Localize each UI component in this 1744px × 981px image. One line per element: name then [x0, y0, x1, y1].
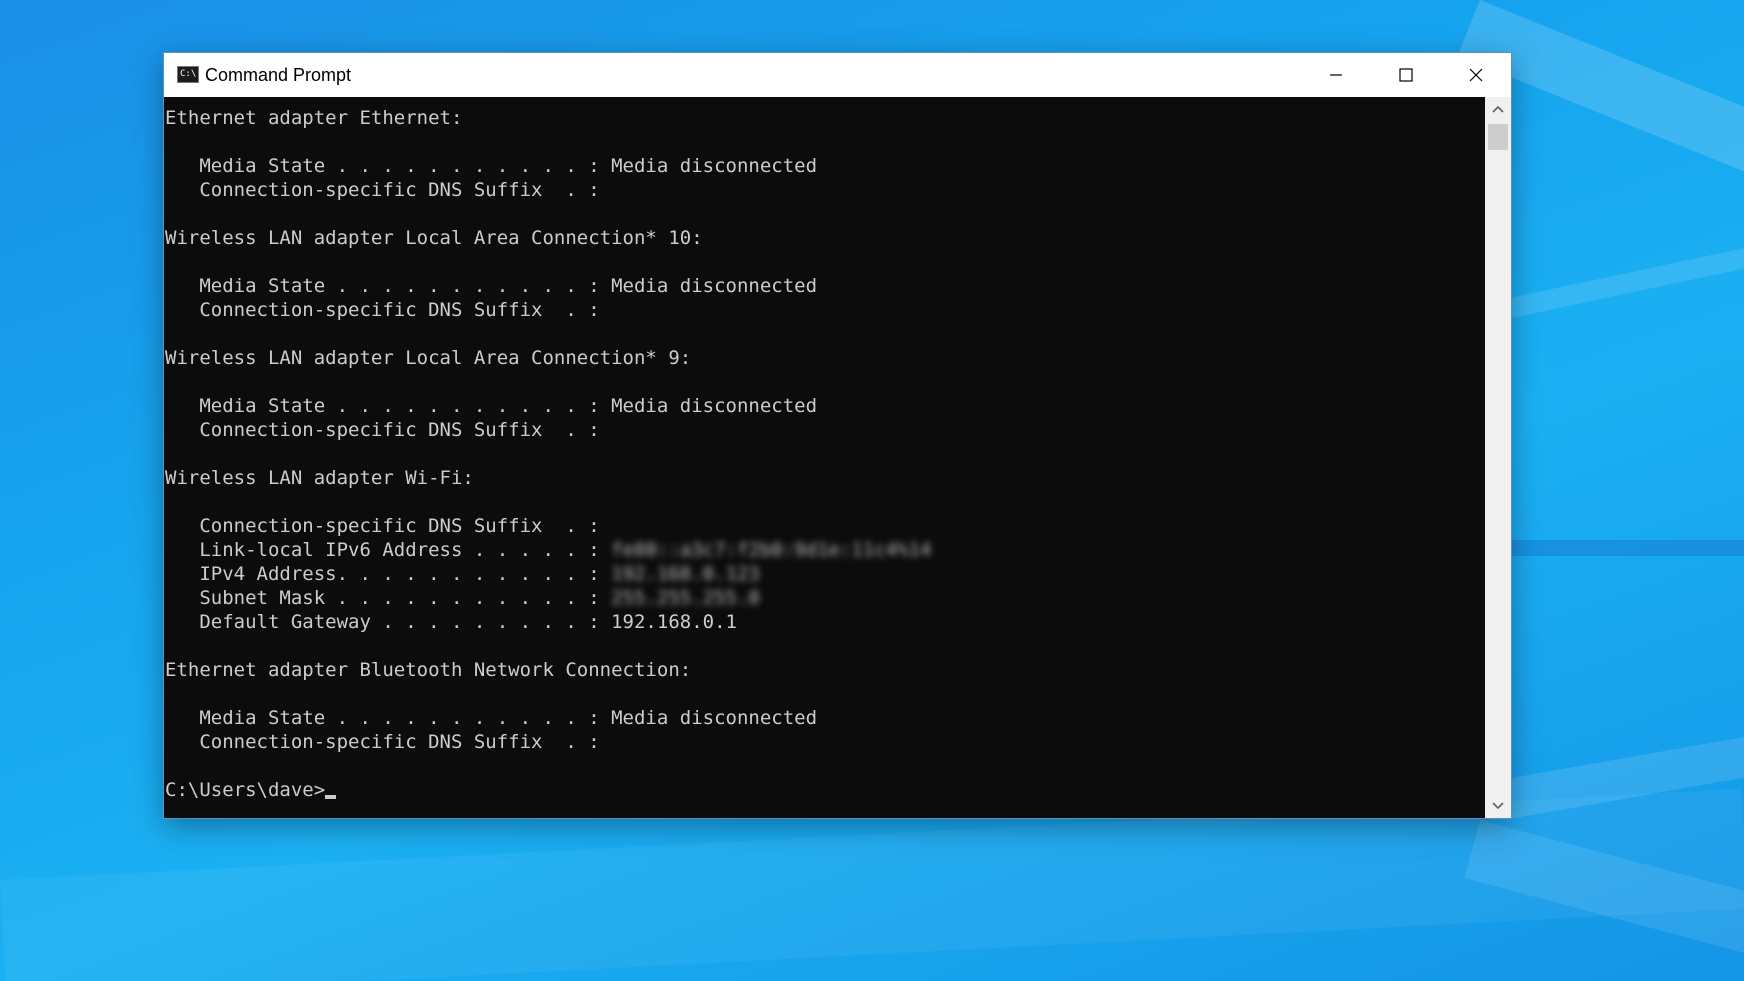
chevron-down-icon [1492, 802, 1504, 810]
title-bar[interactable]: C:\. Command Prompt [164, 53, 1511, 97]
text-cursor [325, 795, 337, 799]
console-line-text: Media State . . . . . . . . . . . : Medi… [165, 395, 818, 417]
console-line: Connection-specific DNS Suffix . : [165, 514, 931, 538]
console-line-text: Media State . . . . . . . . . . . : Medi… [165, 707, 818, 729]
console-output[interactable]: Ethernet adapter Ethernet: Media State .… [164, 97, 1485, 818]
console-line: Wireless LAN adapter Wi-Fi: [165, 466, 931, 490]
chevron-up-icon [1492, 105, 1504, 113]
console-line-text: Wireless LAN adapter Local Area Connecti… [165, 227, 703, 249]
console-line-text: Ethernet adapter Bluetooth Network Conne… [165, 659, 692, 681]
console-line-text: Link-local IPv6 Address . . . . . : [165, 539, 612, 561]
command-prompt-window[interactable]: C:\. Command Prompt Ethernet adapter Eth… [164, 53, 1511, 818]
console-line-text: Connection-specific DNS Suffix . : [165, 179, 600, 201]
console-line: Connection-specific DNS Suffix . : [165, 298, 931, 322]
console-line: Media State . . . . . . . . . . . : Medi… [165, 706, 931, 730]
console-line: Wireless LAN adapter Local Area Connecti… [165, 346, 931, 370]
console-prompt-line: C:\Users\dave> [165, 778, 931, 802]
console-line-text: Connection-specific DNS Suffix . : [165, 299, 600, 321]
scroll-down-button[interactable] [1485, 794, 1511, 818]
redacted-value: 192.168.0.123 [611, 563, 760, 585]
close-button[interactable] [1441, 53, 1511, 97]
wallpaper-light-beam [1500, 216, 1744, 320]
window-title: Command Prompt [205, 65, 352, 85]
close-icon [1469, 68, 1483, 82]
console-line: Media State . . . . . . . . . . . : Medi… [165, 394, 931, 418]
console-line: IPv4 Address. . . . . . . . . . . : 192.… [165, 562, 931, 586]
console-lines: Ethernet adapter Ethernet: Media State .… [165, 106, 931, 802]
console-line: Media State . . . . . . . . . . . : Medi… [165, 154, 931, 178]
console-line: Link-local IPv6 Address . . . . . : fe80… [165, 538, 931, 562]
console-line: Ethernet adapter Bluetooth Network Conne… [165, 658, 931, 682]
command-prompt-icon-label: C:\. [180, 69, 198, 79]
console-line-text: Wireless LAN adapter Local Area Connecti… [165, 347, 692, 369]
console-line-text: Connection-specific DNS Suffix . : [165, 515, 600, 537]
console-line: Default Gateway . . . . . . . . . : 192.… [165, 610, 931, 634]
scrollbar-thumb[interactable] [1488, 124, 1508, 150]
console-line: Ethernet adapter Ethernet: [165, 106, 931, 130]
console-line: Subnet Mask . . . . . . . . . . . : 255.… [165, 586, 931, 610]
minimize-button[interactable] [1301, 53, 1371, 97]
prompt-text: C:\Users\dave> [165, 779, 326, 801]
redacted-value: 255.255.255.0 [611, 587, 760, 609]
console-line: Media State . . . . . . . . . . . : Medi… [165, 274, 931, 298]
console-line-text: Connection-specific DNS Suffix . : [165, 731, 600, 753]
console-line: Connection-specific DNS Suffix . : [165, 418, 931, 442]
console-line-text: IPv4 Address. . . . . . . . . . . : [165, 563, 612, 585]
maximize-icon [1399, 68, 1413, 82]
console-line-text: Media State . . . . . . . . . . . : Medi… [165, 155, 818, 177]
vertical-scrollbar[interactable] [1485, 97, 1511, 818]
redacted-value: fe80::a3c7:f2b0:9d1e:11c4%14 [611, 539, 932, 561]
scroll-up-button[interactable] [1485, 97, 1511, 121]
wallpaper-light-beam [1500, 540, 1744, 556]
command-prompt-icon[interactable]: C:\. [177, 66, 199, 83]
console-line-text: Ethernet adapter Ethernet: [165, 107, 463, 129]
console-line-text: Subnet Mask . . . . . . . . . . . : [165, 587, 612, 609]
console-line-text: Wireless LAN adapter Wi-Fi: [165, 467, 474, 489]
minimize-icon [1330, 74, 1342, 76]
console-line: Wireless LAN adapter Local Area Connecti… [165, 226, 931, 250]
console-line-text: Default Gateway . . . . . . . . . : 192.… [165, 611, 737, 633]
console-line-text: Connection-specific DNS Suffix . : [165, 419, 600, 441]
console-line-text: Media State . . . . . . . . . . . : Medi… [165, 275, 818, 297]
maximize-button[interactable] [1371, 53, 1441, 97]
console-line: Connection-specific DNS Suffix . : [165, 730, 931, 754]
console-line: Connection-specific DNS Suffix . : [165, 178, 931, 202]
